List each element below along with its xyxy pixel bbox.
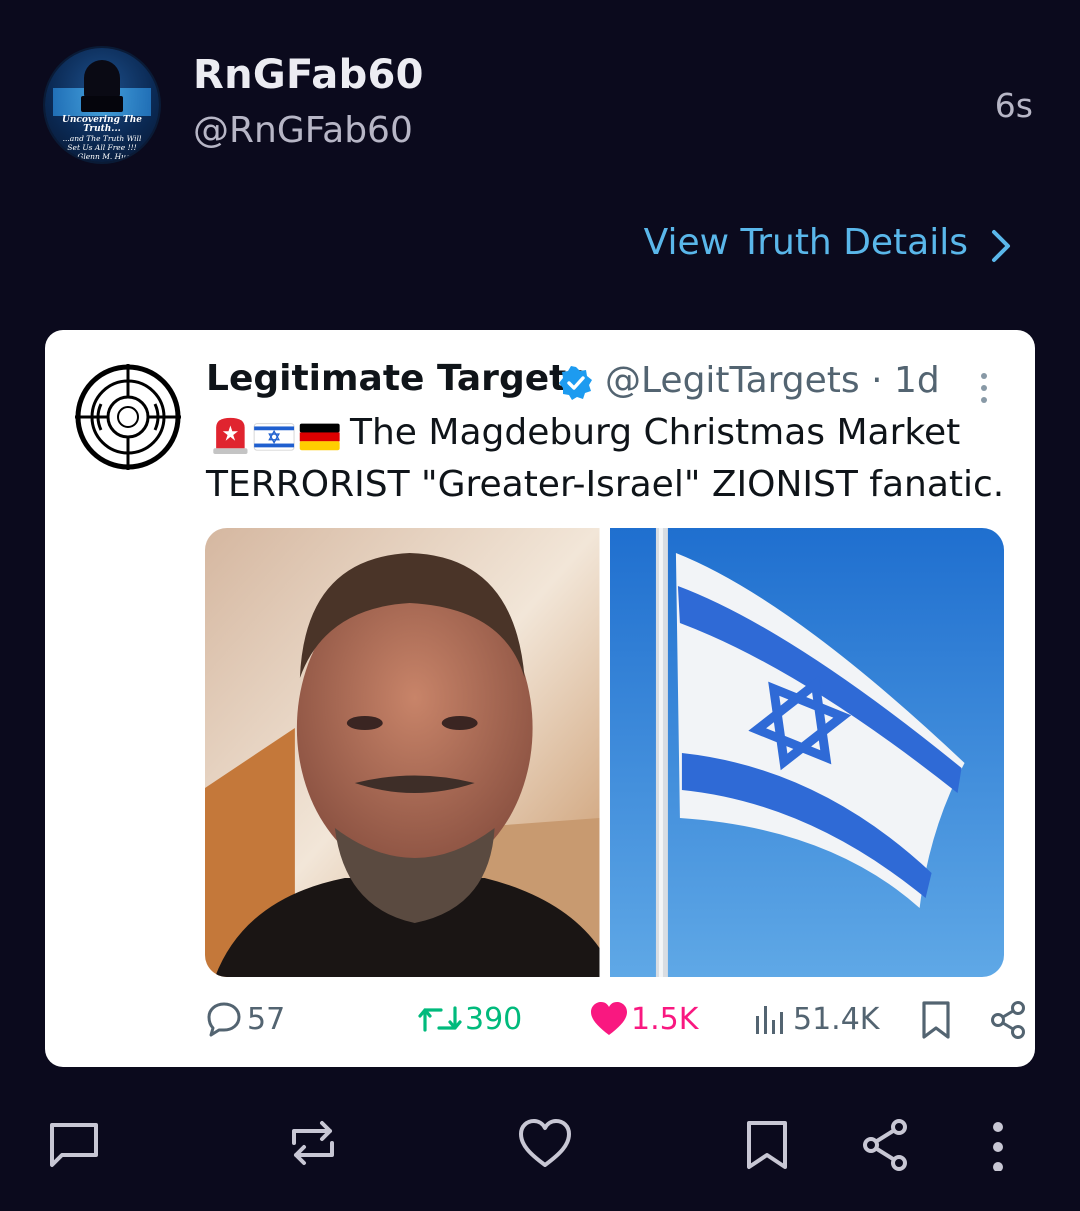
reply-action[interactable]: 57 bbox=[205, 1000, 285, 1038]
verified-badge-icon bbox=[559, 366, 592, 400]
comment-icon[interactable] bbox=[48, 1115, 100, 1171]
repost-action[interactable]: 390 bbox=[417, 1000, 522, 1038]
bookmark-icon[interactable] bbox=[919, 1000, 953, 1040]
embedded-text-line1: The Magdeburg Christmas Market bbox=[350, 412, 961, 453]
like-count: 1.5K bbox=[631, 1001, 699, 1037]
germany-flag-icon bbox=[299, 423, 340, 451]
embedded-action-bar: 57 390 1.5K 51.4K bbox=[205, 1000, 1025, 1048]
photo-israel-flag[interactable] bbox=[609, 528, 1004, 977]
repost-icon bbox=[418, 1006, 462, 1032]
heart-filled-icon bbox=[591, 1002, 627, 1035]
embedded-post-card[interactable]: Legitimate Targets @LegitTargets · 1d Th… bbox=[45, 330, 1035, 1067]
view-truth-details-link[interactable]: View Truth Details bbox=[644, 222, 968, 263]
view-count: 51.4K bbox=[793, 1001, 880, 1037]
photo-man-selfie[interactable] bbox=[205, 528, 600, 977]
media-grid[interactable] bbox=[205, 528, 1004, 977]
avatar-hooded-figure bbox=[84, 60, 120, 100]
reply-icon bbox=[207, 1002, 241, 1037]
bookmark-icon[interactable] bbox=[744, 1115, 790, 1171]
post-action-bar bbox=[0, 1115, 1080, 1185]
share-icon[interactable] bbox=[860, 1115, 910, 1171]
embedded-author-name[interactable]: Legitimate Targets bbox=[206, 358, 588, 399]
israel-flag-icon bbox=[253, 423, 295, 451]
reply-count: 57 bbox=[247, 1001, 286, 1037]
repost-count: 390 bbox=[465, 1001, 523, 1037]
heart-icon[interactable] bbox=[516, 1115, 574, 1171]
author-handle[interactable]: @RnGFab60 bbox=[193, 110, 413, 151]
analytics-icon bbox=[756, 1006, 783, 1034]
more-options-icon[interactable] bbox=[975, 370, 993, 406]
chevron-right-icon[interactable] bbox=[988, 228, 1014, 264]
legitimate-targets-avatar[interactable] bbox=[75, 364, 181, 470]
author-avatar[interactable]: Uncovering The Truth... ...and The Truth… bbox=[45, 48, 159, 162]
author-display-name[interactable]: RnGFab60 bbox=[193, 52, 424, 98]
like-action[interactable]: 1.5K bbox=[589, 1000, 698, 1038]
share-icon[interactable] bbox=[989, 1000, 1027, 1040]
views-action[interactable]: 51.4K bbox=[753, 1000, 879, 1038]
embedded-text-line2: TERRORIST "Greater-Israel" ZIONIST fanat… bbox=[206, 464, 1005, 505]
police-light-icon bbox=[213, 417, 248, 454]
repost-icon[interactable] bbox=[286, 1115, 340, 1171]
embedded-author-handle-time[interactable]: @LegitTargets · 1d bbox=[605, 360, 940, 401]
avatar-laptop bbox=[81, 96, 123, 112]
avatar-caption: Uncovering The Truth... ...and The Truth… bbox=[62, 115, 142, 162]
more-options-icon[interactable] bbox=[986, 1115, 1010, 1171]
post-timestamp: 6s bbox=[994, 86, 1033, 125]
emoji-row bbox=[213, 417, 340, 454]
